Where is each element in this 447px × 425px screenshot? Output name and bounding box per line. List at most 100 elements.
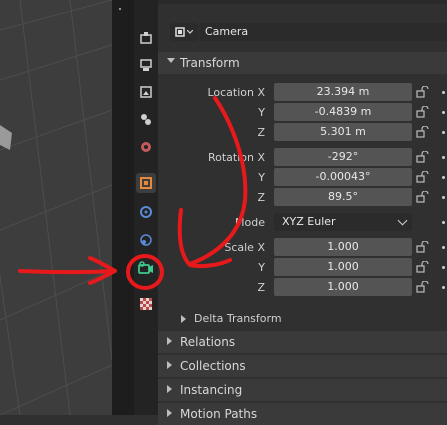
lock-icon[interactable] [416,261,430,273]
section-label: Relations [180,335,236,349]
tab-texture[interactable] [136,294,156,314]
viewport-grid [0,0,112,415]
lock-icon[interactable] [416,151,430,163]
collapse-arrow-icon [167,409,172,417]
scale-y-row: Y 1.000 [158,258,447,278]
lock-icon[interactable] [416,241,430,253]
keyframe-dot[interactable] [442,176,445,179]
keyframe-dot[interactable] [442,286,445,289]
rotation-mode-row: Mode XYZ Euler [158,213,447,233]
rotation-z-label: Z [257,191,265,204]
keyframe-dot[interactable] [442,196,445,199]
collapse-arrow-icon [167,361,172,369]
transform-section-header[interactable]: Transform [158,52,447,74]
mode-label: Mode [235,216,265,229]
location-z-row: Z 5.301 m [158,123,447,143]
keyframe-dot[interactable] [442,156,445,159]
keyframe-dot[interactable] [442,221,445,224]
scale-y-field[interactable]: 1.000 [274,258,412,276]
collapse-arrow-icon [167,385,172,393]
tab-output[interactable] [136,82,156,102]
keyframe-dot[interactable] [442,246,445,249]
location-z-label: Z [257,126,265,139]
keyframe-dot[interactable] [442,111,445,114]
view-layer-icon [141,114,151,125]
rotation-x-field[interactable]: -292° [274,148,412,166]
collapse-arrow-icon [181,315,186,323]
properties-panel: Camera Transform Location X 23.394 m Y -… [158,0,447,425]
section-label: Motion Paths [180,407,258,421]
rotation-mode-value: XYZ Euler [282,215,336,228]
tab-object[interactable] [136,173,156,193]
location-y-label: Y [258,106,265,119]
lock-icon[interactable] [416,191,430,203]
expand-arrow-icon [167,58,175,63]
lock-icon[interactable] [416,281,430,293]
collections-section-header[interactable]: Collections [158,355,447,377]
properties-gutter [112,0,134,415]
delta-transform-subsection[interactable]: Delta Transform [158,309,447,329]
location-x-label: Location X [207,86,265,99]
physics-icon [140,234,152,246]
section-label: Collections [180,359,246,373]
output-icon [140,86,152,98]
scale-x-field[interactable]: 1.000 [274,238,412,256]
scale-z-label: Z [257,281,265,294]
rotation-y-label: Y [258,171,265,184]
location-z-field[interactable]: 5.301 m [274,123,412,141]
lock-icon[interactable] [416,86,430,98]
lock-icon[interactable] [416,126,430,138]
location-y-field[interactable]: -0.4839 m [274,103,412,121]
rotation-z-row: Z 89.5° [158,188,447,208]
modifier-icon [140,206,152,218]
scale-y-label: Y [258,261,265,274]
rotation-y-field[interactable]: -0.00043° [274,168,412,186]
rotation-x-label: Rotation X [207,151,265,164]
instancing-section-header[interactable]: Instancing [158,379,447,401]
location-x-field[interactable]: 23.394 m [274,83,412,101]
scale-z-field[interactable]: 1.000 [274,278,412,296]
scene-icon [141,142,151,152]
properties-tab-strip [134,0,158,415]
keyframe-dot[interactable] [442,91,445,94]
chevron-down-icon [397,215,408,226]
3d-viewport[interactable] [0,0,112,415]
lock-icon[interactable] [416,106,430,118]
object-name-row: Camera [158,22,447,44]
tab-modifier[interactable] [136,202,156,222]
tool-icon [140,32,152,44]
object-type-dropdown[interactable] [170,23,198,41]
scale-x-row: Scale X 1.000 [158,238,447,258]
tab-tool[interactable] [136,28,156,48]
chevron-down-icon [187,30,193,34]
keyframe-dot[interactable] [442,266,445,269]
section-label: Transform [180,56,240,70]
panel-header-strip [158,0,447,4]
tab-object-data-camera[interactable] [136,258,156,278]
object-data-camera-icon [138,261,153,274]
rotation-z-field[interactable]: 89.5° [274,188,412,206]
tab-view-layer[interactable] [136,109,156,129]
tab-render[interactable] [136,55,156,75]
scale-z-row: Z 1.000 [158,278,447,298]
tab-physics[interactable] [136,230,156,250]
motion-paths-section-header[interactable]: Motion Paths [158,403,447,425]
rotation-mode-dropdown[interactable]: XYZ Euler [274,213,412,231]
location-y-row: Y -0.4839 m [158,103,447,123]
rotation-y-row: Y -0.00043° [158,168,447,188]
lock-icon[interactable] [416,171,430,183]
relations-section-header[interactable]: Relations [158,331,447,353]
render-icon [140,59,152,71]
cube-mesh [0,125,12,150]
scale-x-label: Scale X [224,241,265,254]
location-x-row: Location X 23.394 m [158,83,447,103]
tab-scene[interactable] [136,137,156,157]
object-name-field[interactable]: Camera [199,23,447,41]
object-icon [140,177,152,189]
subsection-label: Delta Transform [194,312,282,325]
keyframe-dot[interactable] [442,131,445,134]
camera-icon [175,27,185,37]
collapse-arrow-icon [167,337,172,345]
rotation-x-row: Rotation X -292° [158,148,447,168]
section-label: Instancing [180,383,243,397]
